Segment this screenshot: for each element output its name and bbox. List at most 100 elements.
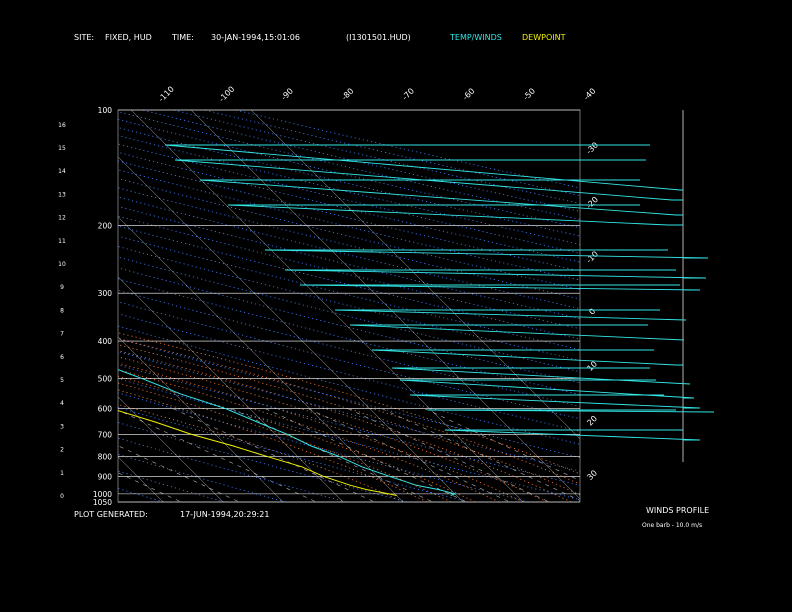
height-tick-label: 8 — [60, 307, 64, 314]
axis-labels: 1002003004005006007008009001000105001234… — [58, 85, 600, 507]
dry-adiabat-line — [118, 267, 580, 384]
dry-adiabat-line — [118, 178, 580, 290]
mixing-ratio-line — [118, 472, 182, 502]
height-tick-label: 16 — [58, 122, 66, 129]
dry-adiabat-line — [118, 313, 580, 432]
mixing-ratio-line — [308, 408, 510, 502]
dry-adiabat-line — [118, 169, 580, 281]
dry-adiabat-line — [118, 235, 580, 351]
moist-adiabat-line — [118, 382, 452, 502]
dry-adiabat-line — [118, 206, 580, 320]
height-tick-label: 11 — [58, 238, 66, 245]
pressure-tick-label: 300 — [98, 289, 113, 298]
height-tick-label: 0 — [60, 493, 64, 500]
moist-adiabat-line — [118, 356, 548, 502]
isotherm-line — [118, 456, 164, 502]
moist-adiabat-line — [118, 350, 572, 502]
dry-adiabat-line — [173, 110, 580, 204]
isotherm-right-label: 20 — [585, 414, 599, 428]
isotherm-line — [118, 156, 464, 502]
moist-adiabat-line — [118, 338, 580, 485]
isotherm-right-label: 30 — [585, 468, 599, 482]
mixing-ratio-line — [381, 408, 580, 501]
wind-barb — [264, 249, 709, 259]
dry-adiabat-line — [118, 256, 580, 373]
isotherms — [0, 110, 580, 502]
dry-adiabat-line — [118, 196, 580, 310]
dry-adiabat-line — [118, 143, 580, 254]
height-tick-label: 1 — [60, 470, 64, 477]
height-tick-label: 6 — [60, 354, 64, 361]
isotherm-line — [0, 110, 103, 502]
height-tick-label: 15 — [58, 145, 66, 152]
height-tick-label: 3 — [60, 423, 64, 430]
wind-barb — [391, 367, 691, 385]
height-tick-label: 13 — [58, 191, 66, 198]
dry-adiabat-line — [118, 453, 286, 502]
dry-adiabats — [118, 110, 580, 502]
dry-adiabat-line — [118, 246, 580, 361]
dry-adiabat-line — [118, 215, 580, 330]
height-tick-label: 14 — [58, 168, 66, 175]
moist-adiabat-line — [118, 369, 500, 502]
dry-adiabat-line — [118, 127, 580, 237]
height-tick-label: 2 — [60, 447, 64, 454]
moist-adiabat-line — [118, 375, 476, 502]
isotherm-line — [118, 216, 404, 502]
isotherm-line — [118, 336, 284, 502]
dry-adiabat-line — [118, 289, 580, 407]
wind-barb — [371, 349, 683, 366]
dry-adiabat-line — [118, 437, 347, 502]
isotherm-right-label: -30 — [584, 140, 600, 156]
dry-adiabat-line — [118, 338, 580, 458]
isotherm-line — [118, 276, 344, 502]
wind-barb — [284, 269, 707, 279]
mixing-ratio-line — [347, 408, 550, 502]
dry-adiabat-line — [235, 110, 580, 189]
dry-adiabat-line — [118, 135, 580, 245]
dry-adiabat-line — [118, 111, 580, 220]
plot-frame — [117, 109, 581, 503]
dry-adiabat-line — [118, 470, 225, 502]
pressure-tick-label: 200 — [98, 222, 113, 231]
dry-adiabat-line — [118, 364, 580, 486]
dry-adiabat-line — [118, 325, 580, 445]
isotherm-top-label: -60 — [461, 86, 477, 102]
dry-adiabat-line — [118, 488, 164, 502]
wind-barb — [299, 284, 701, 291]
pressure-tick-label: 900 — [98, 472, 113, 481]
pressure-tick-label: 500 — [98, 374, 113, 383]
wind-barb — [349, 324, 685, 341]
isotherm-top-label: -90 — [279, 86, 295, 102]
dry-adiabat-line — [118, 301, 580, 420]
isotherm-top-label: -110 — [157, 85, 176, 104]
dry-adiabat-line — [118, 406, 468, 502]
isotherm-top-label: -100 — [217, 85, 236, 104]
moist-adiabat-line — [118, 332, 580, 475]
wind-barb — [409, 394, 701, 409]
dry-adiabat-line — [118, 278, 580, 396]
dry-adiabat-line — [142, 110, 580, 212]
dry-adiabat-line — [118, 225, 580, 340]
dry-adiabat-line — [118, 378, 580, 501]
wind-barb — [427, 409, 715, 413]
isotherm-right-label: 0 — [587, 307, 597, 317]
dry-adiabat-line — [118, 151, 580, 263]
isotherm-top-label: -80 — [340, 86, 356, 102]
dry-adiabat-line — [118, 187, 580, 300]
height-tick-label: 12 — [58, 215, 66, 222]
wind-barb — [199, 179, 683, 216]
height-tick-label: 10 — [58, 261, 66, 268]
height-tick-label: 5 — [60, 377, 64, 384]
isotherm-top-label: -40 — [582, 86, 598, 102]
dry-adiabat-line — [118, 351, 580, 472]
height-tick-label: 9 — [60, 284, 64, 291]
isotherm-top-label: -70 — [400, 86, 416, 102]
mixing-ratio-line — [173, 408, 375, 502]
pressure-tick-label: 400 — [98, 337, 113, 346]
pressure-tick-label: 100 — [98, 106, 113, 115]
pressure-tick-label: 700 — [98, 430, 113, 439]
moist-adiabat-line — [118, 344, 580, 496]
pressure-tick-label: 800 — [98, 453, 113, 462]
moist-adiabats — [118, 332, 580, 502]
